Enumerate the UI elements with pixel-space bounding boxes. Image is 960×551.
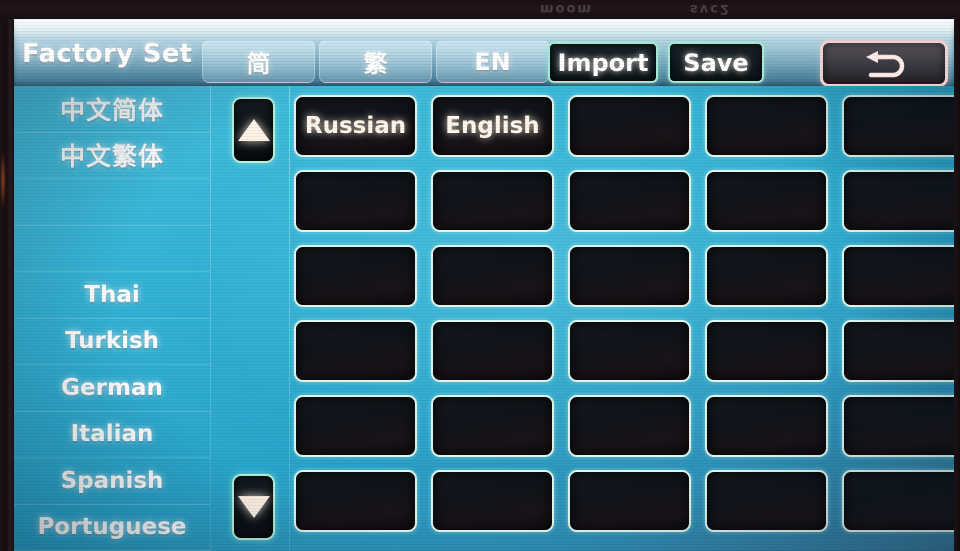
device-bezel-right	[954, 0, 960, 551]
grid-cell-label: English	[445, 113, 540, 139]
header-bar: Factory Set 简 繁 EN Import Save	[14, 19, 954, 87]
grid-cell[interactable]	[294, 245, 417, 307]
sidebar-item-0[interactable]: 中文简体	[14, 86, 210, 133]
grid-cell[interactable]	[568, 320, 691, 382]
save-button[interactable]: Save	[668, 42, 764, 83]
grid-cell[interactable]	[842, 170, 954, 232]
grid-cell[interactable]	[705, 170, 828, 232]
back-button[interactable]	[820, 40, 948, 87]
sidebar-item-4-label: Thai	[84, 281, 140, 308]
grid-cell[interactable]: Russian	[294, 95, 417, 157]
tab-simplified-chinese[interactable]: 简	[202, 40, 315, 83]
sidebar-item-5-label: Turkish	[64, 328, 160, 355]
grid-cell[interactable]	[568, 470, 691, 532]
sidebar-item-portuguese[interactable]: Portuguese	[14, 505, 210, 551]
grid-cell[interactable]	[568, 170, 691, 232]
tab-traditional-chinese[interactable]: 繁	[319, 40, 432, 83]
grid-cell[interactable]	[294, 395, 417, 457]
grid-cell[interactable]	[705, 95, 828, 157]
sidebar-item-8-label: Spanish	[60, 467, 164, 494]
sidebar-item-6-label: German	[61, 374, 163, 401]
bezel-ghost-text-a: moom	[540, 1, 593, 16]
grid-cell[interactable]	[568, 95, 691, 157]
grid-cell-label: Russian	[304, 113, 407, 139]
grid-cell[interactable]	[568, 245, 691, 307]
tab-english-label: EN	[474, 47, 511, 76]
sidebar-item-7-label: Italian	[70, 421, 154, 448]
sidebar-item-turkish[interactable]: Turkish	[14, 319, 210, 365]
tab-traditional-chinese-label: 繁	[363, 50, 388, 78]
grid-cell[interactable]	[431, 170, 554, 232]
import-button[interactable]: Import	[548, 42, 658, 83]
scroll-down-button[interactable]	[232, 474, 275, 540]
grid-cell[interactable]	[431, 470, 554, 532]
grid-cell[interactable]	[705, 395, 828, 457]
tab-english[interactable]: EN	[436, 40, 549, 83]
back-arrow-icon	[853, 49, 915, 79]
device-bezel-left	[0, 0, 14, 551]
grid-cell[interactable]	[294, 170, 417, 232]
grid-cell[interactable]	[842, 320, 954, 382]
grid-cell[interactable]	[431, 395, 554, 457]
scroll-controls	[211, 86, 289, 551]
grid-cell[interactable]	[431, 320, 554, 382]
lcd-panel: Factory Set 简 繁 EN Import Save 中文简体 中文繁体…	[14, 19, 954, 551]
sidebar-item-german[interactable]: German	[14, 365, 210, 412]
grid-cell[interactable]	[842, 95, 954, 157]
device-bezel-top: moom svc2	[0, 0, 960, 19]
grid-cell[interactable]: English	[431, 95, 554, 157]
grid-cell[interactable]	[705, 320, 828, 382]
device-screen: Factory Set 简 繁 EN Import Save 中文简体 中文繁体…	[0, 0, 960, 551]
grid-cell[interactable]	[705, 470, 828, 532]
grid-cell[interactable]	[431, 245, 554, 307]
grid-cell[interactable]	[842, 245, 954, 307]
page-title: Factory Set	[22, 39, 193, 69]
grid-cell[interactable]	[294, 470, 417, 532]
language-slot-grid: Russian English	[290, 86, 954, 551]
grid-cell[interactable]	[568, 395, 691, 457]
content-area: 中文简体 中文繁体 Thai Turkish German Italian Sp…	[14, 86, 954, 551]
tab-simplified-chinese-label: 简	[246, 50, 271, 78]
sidebar-item-italian[interactable]: Italian	[14, 412, 210, 458]
sidebar-item-0-label: 中文简体	[59, 95, 164, 125]
bezel-ghost-text-b: svc2	[690, 1, 731, 16]
sidebar-item-1[interactable]: 中文繁体	[14, 133, 210, 179]
import-button-label: Import	[557, 48, 649, 77]
triangle-up-icon	[237, 119, 270, 141]
sidebar-item-9-label: Portuguese	[37, 514, 187, 541]
grid-cell[interactable]	[294, 320, 417, 382]
language-sidebar: 中文简体 中文繁体 Thai Turkish German Italian Sp…	[14, 86, 210, 551]
sidebar-item-3[interactable]	[14, 226, 210, 272]
header-sheen	[14, 19, 954, 39]
sidebar-item-2[interactable]	[14, 179, 210, 226]
scroll-up-button[interactable]	[232, 97, 275, 163]
sidebar-item-spanish[interactable]: Spanish	[14, 458, 210, 505]
grid-cell[interactable]	[842, 395, 954, 457]
grid-cell[interactable]	[705, 245, 828, 307]
save-button-label: Save	[683, 48, 749, 77]
sidebar-item-1-label: 中文繁体	[59, 142, 164, 172]
triangle-down-icon	[237, 496, 270, 518]
grid-cell[interactable]	[842, 470, 954, 532]
sidebar-item-thai[interactable]: Thai	[14, 272, 210, 319]
